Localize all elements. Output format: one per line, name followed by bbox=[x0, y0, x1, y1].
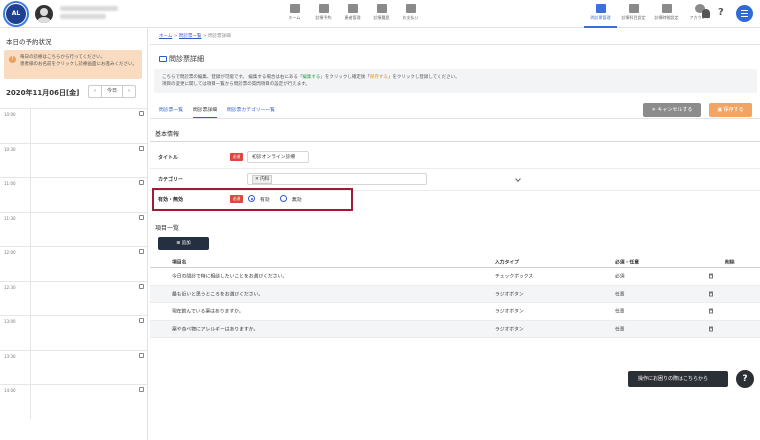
category-select[interactable]: ✕ 内科 bbox=[247, 173, 521, 185]
edit-icon[interactable] bbox=[139, 249, 144, 254]
folder-icon bbox=[595, 4, 606, 13]
required-badge: 必須 bbox=[230, 153, 243, 161]
time-slot[interactable]: 13:30 bbox=[0, 349, 148, 384]
clock-settings-icon bbox=[661, 4, 672, 13]
nav-payment[interactable]: お支払い bbox=[396, 4, 425, 21]
tab-questionnaire-detail[interactable]: 問診票詳細 bbox=[193, 106, 217, 118]
time-slot[interactable]: 11:00 bbox=[0, 177, 148, 212]
user-info-blurred bbox=[60, 6, 122, 22]
trash-icon[interactable] bbox=[709, 291, 713, 297]
table-row[interactable]: 現在飲んでいる薬はありますか。 ラジオボタン 任意 bbox=[150, 303, 760, 321]
title-label: タイトル bbox=[158, 155, 179, 161]
folder-icon bbox=[159, 56, 167, 62]
items-table: 項目名 入力タイプ 必須・任意 削除 今日の問診で特に相談したいことをお選びくだ… bbox=[150, 256, 760, 338]
table-row[interactable]: 薬や食べ物にアレルギーはありますか。 ラジオボタン 任意 bbox=[150, 320, 760, 338]
nav-history[interactable]: 診療履歴 bbox=[367, 4, 396, 21]
edit-icon[interactable] bbox=[139, 318, 144, 323]
today-button[interactable]: 今日 bbox=[101, 86, 122, 97]
nav-appointments[interactable]: 診療予約 bbox=[309, 4, 338, 21]
edit-icon[interactable] bbox=[139, 387, 144, 392]
category-label: カテゴリー bbox=[158, 177, 184, 183]
panel-title: 本日の予約状況 bbox=[6, 38, 52, 46]
trash-icon[interactable] bbox=[709, 273, 713, 279]
nav-questionnaire[interactable]: 問診票管理 bbox=[584, 4, 617, 28]
calendar-icon bbox=[318, 4, 329, 13]
description-line-2: 項目の変更に関しては項目一覧から問診票の質問項目の設定が行えます。 bbox=[162, 82, 310, 87]
main-nav: ホーム 診療予約 患者管理 診療履歴 お支払い bbox=[280, 4, 425, 21]
payment-icon bbox=[405, 4, 416, 13]
description-box: こちらで問診票の編集、登録が可能です。 編集する場合は右にある「編集する」をクリ… bbox=[154, 69, 757, 93]
info-icon: ! bbox=[9, 56, 16, 63]
breadcrumb: ホーム > 問診票一覧 > 問診票詳細 bbox=[159, 34, 231, 39]
breadcrumb-list[interactable]: 問診票一覧 bbox=[179, 34, 202, 39]
nav-patients[interactable]: 患者管理 bbox=[338, 4, 367, 21]
breadcrumb-home[interactable]: ホーム bbox=[159, 34, 172, 39]
notice-box: ! 毎日の診療はこちらから行ってください。 患者様のお名前をクリックし診療画面に… bbox=[4, 50, 142, 79]
trash-icon[interactable] bbox=[709, 308, 713, 314]
tab-category-list[interactable]: 問診票カテゴリー一覧 bbox=[227, 106, 275, 118]
patient-icon bbox=[347, 4, 358, 13]
time-slot[interactable]: 10:00 bbox=[0, 108, 148, 143]
help-button[interactable]: ? bbox=[736, 370, 754, 388]
time-slot[interactable]: 14:00 bbox=[0, 384, 148, 419]
description-line-1: こちらで問診票の編集、登録が可能です。 編集する場合は右にある「編集する」をクリ… bbox=[162, 75, 460, 80]
table-row[interactable]: 今日の問診で特に相談したいことをお選びください。 チェックボックス 必須 bbox=[150, 268, 760, 286]
user-avatar[interactable] bbox=[35, 5, 53, 23]
chevron-down-icon bbox=[515, 176, 521, 182]
clinic-settings-icon bbox=[628, 4, 639, 13]
hamburger-menu-icon[interactable] bbox=[736, 5, 753, 22]
page-title: 問診票詳細 bbox=[159, 54, 204, 64]
nav-clinic-settings[interactable]: 診療科目設定 bbox=[617, 4, 650, 28]
nav-account[interactable]: アカウント bbox=[683, 4, 716, 28]
breadcrumb-current: 問診票詳細 bbox=[208, 34, 231, 39]
app-logo[interactable]: AL bbox=[6, 4, 26, 24]
today-reservations-panel: 本日の予約状況 ! 毎日の診療はこちらから行ってください。 患者様のお名前をクリ… bbox=[0, 28, 148, 440]
help-tooltip[interactable]: 操作にお困りの際はこちらから bbox=[628, 371, 728, 387]
edit-icon[interactable] bbox=[139, 352, 144, 358]
current-date: 2020年11月06日[金] bbox=[6, 89, 80, 97]
basic-info-heading: 基本情報 bbox=[155, 131, 180, 138]
category-chip[interactable]: ✕ 内科 bbox=[252, 175, 273, 184]
status-row-highlight bbox=[152, 188, 353, 211]
admin-nav: 問診票管理 診療科目設定 診療時間設定 アカウント bbox=[584, 4, 716, 28]
prev-day-button[interactable]: ‹ bbox=[89, 86, 101, 97]
nav-home[interactable]: ホーム bbox=[280, 4, 309, 21]
time-slot[interactable]: 12:00 bbox=[0, 246, 148, 281]
date-nav: ‹ 今日 › bbox=[88, 85, 137, 98]
save-button[interactable]: ▣ 保存する bbox=[709, 103, 752, 117]
title-input[interactable]: 初診オンライン診療 bbox=[247, 151, 309, 163]
items-heading: 項目一覧 bbox=[155, 225, 180, 232]
next-day-button[interactable]: › bbox=[122, 86, 135, 97]
table-row[interactable]: 最も近いと思うところをお選びください。 ラジオボタン 任意 bbox=[150, 285, 760, 303]
table-header: 項目名 入力タイプ 必須・任意 削除 bbox=[150, 256, 760, 268]
top-header: AL ホーム 診療予約 患者管理 診療履歴 お支払い 問診票管理 診療科目設定 … bbox=[0, 0, 760, 28]
time-slot[interactable]: 13:00 bbox=[0, 315, 148, 350]
time-slots: 10:00 10:30 11:00 11:30 12:00 12:30 13:0… bbox=[0, 108, 148, 419]
time-slot[interactable]: 12:30 bbox=[0, 280, 148, 315]
notice-text: 毎日の診療はこちらから行ってください。 患者様のお名前をクリックし診療画面にお進… bbox=[20, 55, 137, 67]
time-slot[interactable]: 11:30 bbox=[0, 211, 148, 246]
edit-icon[interactable] bbox=[139, 145, 144, 151]
cancel-button[interactable]: ✕ キャンセルする bbox=[643, 103, 701, 117]
edit-icon[interactable] bbox=[139, 214, 144, 220]
time-slot[interactable]: 10:30 bbox=[0, 142, 148, 177]
help-icon[interactable]: ? bbox=[718, 7, 724, 18]
tabs: 問診票一覧 問診票詳細 問診票カテゴリー一覧 bbox=[159, 106, 285, 118]
history-icon bbox=[376, 4, 387, 13]
home-icon bbox=[289, 4, 300, 13]
edit-icon[interactable] bbox=[139, 180, 144, 185]
edit-icon[interactable] bbox=[139, 283, 144, 289]
edit-icon[interactable] bbox=[139, 111, 144, 116]
trash-icon[interactable] bbox=[709, 326, 713, 332]
bell-icon[interactable] bbox=[702, 9, 710, 18]
nav-hours-settings[interactable]: 診療時間設定 bbox=[650, 4, 683, 28]
tab-questionnaire-list[interactable]: 問診票一覧 bbox=[159, 106, 183, 118]
add-item-button[interactable]: ⊞ 追加 bbox=[158, 237, 209, 250]
